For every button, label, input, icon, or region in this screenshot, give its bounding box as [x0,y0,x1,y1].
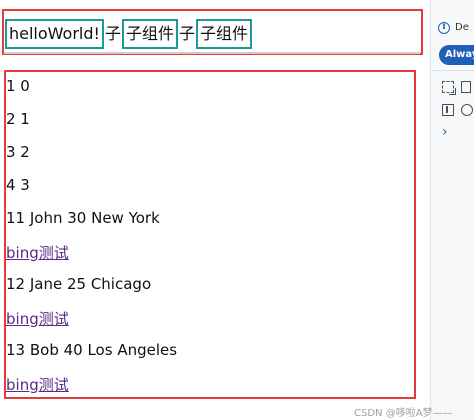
sidebar-toggle-icon[interactable] [442,104,454,116]
list-item: 12 Jane 25 Chicago [6,275,152,293]
child-component-text-1: 子组件 [125,24,174,43]
list-item: 13 Bob 40 Los Angeles [6,341,178,359]
list-item: 11 John 30 New York [6,209,160,227]
page-content: helloWorld! 子 子组件 子 子组件 1 0 2 1 3 2 4 3 … [0,0,430,420]
separator-text-2: 子 [178,24,195,43]
list-item: 1 0 [6,77,30,95]
always-button[interactable]: Alway [439,45,474,65]
watermark-text: CSDN @哆啦A梦—— [354,408,453,419]
child-component-text-2: 子组件 [199,24,248,43]
header-row: helloWorld! 子 子组件 子 子组件 [5,19,252,49]
hello-world-text: helloWorld! [9,24,100,43]
inspect-element-icon[interactable] [442,81,456,95]
chevron-right-icon[interactable]: › [442,124,448,140]
bing-test-link[interactable]: bing测试 [6,308,69,329]
bing-test-link[interactable]: bing测试 [6,374,69,395]
devtools-label: De [455,22,469,33]
child-component-box-1: 子组件 [121,19,178,49]
header-divider [4,52,420,54]
performance-icon[interactable] [461,104,473,116]
device-toolbar-icon[interactable] [461,81,471,93]
bing-test-link[interactable]: bing测试 [6,242,69,263]
info-icon[interactable]: i [438,22,450,34]
separator-text: 子 [104,24,121,43]
hello-world-box: helloWorld! [5,19,104,49]
list-item: 4 3 [6,176,30,194]
devtools-divider [431,70,474,71]
list-item: 2 1 [6,110,30,128]
child-component-box-2: 子组件 [195,19,252,49]
list-item: 3 2 [6,143,30,161]
devtools-pane: i De Alway › [430,0,474,420]
